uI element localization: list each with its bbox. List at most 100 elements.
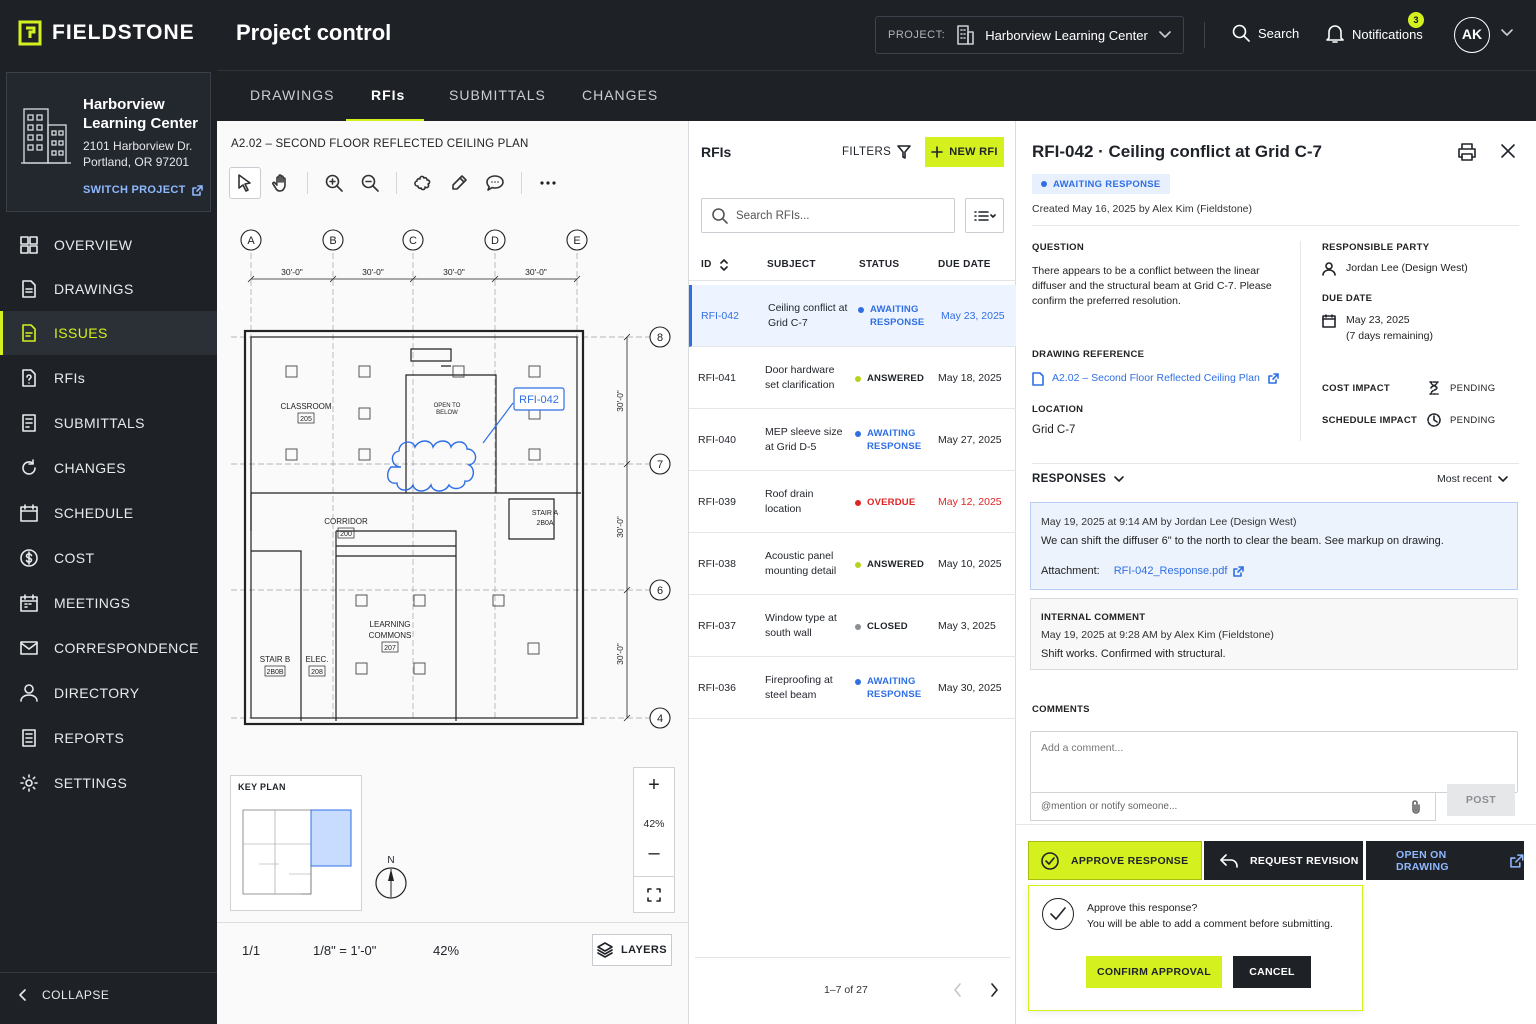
external-link-icon [191,184,203,196]
tab-changes[interactable]: CHANGES [582,87,658,103]
sidebar-item-correspondence[interactable]: CORRESPONDENCE [0,626,217,670]
mention-input[interactable]: @mention or notify someone... [1030,793,1436,821]
sidebar-item-rfis[interactable]: RFIs [0,356,217,400]
switch-project-link[interactable]: SWITCH PROJECT [83,184,203,196]
table-row[interactable]: RFI-041 Door hardware set clarification … [689,347,1016,409]
person-icon [1322,261,1336,276]
comment-input[interactable]: Add a comment... [1030,731,1518,793]
cloud-markup-icon [414,175,431,191]
confirm-subtext: You will be able to add a comment before… [1087,918,1333,930]
select-tool-button[interactable] [229,167,261,199]
internal-comment-meta: May 19, 2025 at 9:28 AM by Alex Kim (Fie… [1041,629,1274,641]
status-dot [858,307,864,313]
rfi-id: RFI-038 [698,557,736,570]
responses-label: RESPONSES [1032,473,1107,485]
zoom-in-button[interactable] [318,167,350,199]
column-header-status[interactable]: STATUS [859,259,899,270]
room-label: CLASSROOM [280,402,331,411]
more-tools-button[interactable] [532,167,564,199]
post-comment-button[interactable]: POST [1447,784,1515,816]
location-value: Grid C-7 [1032,424,1076,436]
sidebar-item-label: DRAWINGS [54,281,134,297]
sidebar-item-cost[interactable]: COST [0,536,217,580]
table-row[interactable]: RFI-040 MEP sleeve size at Grid D-5 AWAI… [689,409,1016,471]
sidebar-item-reports[interactable]: REPORTS [0,716,217,760]
status-dot [855,679,861,685]
sidebar-item-overview[interactable]: OVERVIEW [0,223,217,267]
zoom-out-button[interactable]: – [634,842,674,865]
sidebar-item-drawings[interactable]: DRAWINGS [0,267,217,311]
sidebar-item-directory[interactable]: DIRECTORY [0,671,217,715]
response-text: We can shift the diffuser 6" to the nort… [1041,535,1444,547]
table-row[interactable]: RFI-039 Roof drain location OVERDUE May … [689,471,1016,533]
sidebar-item-schedule[interactable]: SCHEDULE [0,491,217,535]
fit-screen-button[interactable] [633,876,675,913]
chevron-left-icon[interactable] [953,983,963,997]
rfi-search-input[interactable]: Search RFIs... [701,198,955,233]
cloud-markup-button[interactable] [407,167,439,199]
tab-rfis[interactable]: RFIs [371,87,405,103]
user-avatar[interactable]: AK [1454,17,1490,53]
rfi-subject: Window type at south wall [765,612,837,639]
external-link-icon [1267,373,1279,384]
filters-button[interactable]: FILTERS [842,145,912,159]
table-row[interactable]: RFI-036 Fireproofing at steel beam AWAIT… [689,657,1016,719]
request-revision-button[interactable]: REQUEST REVISION [1204,841,1363,880]
tab-drawings[interactable]: DRAWINGS [250,87,334,103]
tab-submittals[interactable]: SUBMITTALS [449,87,546,103]
sidebar-item-settings[interactable]: SETTINGS [0,761,217,805]
approve-label: APPROVE RESPONSE [1071,854,1189,867]
print-icon[interactable] [1458,143,1476,161]
drawing-viewer: A2.02 – SECOND FLOOR REFLECTED CEILING P… [217,121,689,1024]
sort-select[interactable]: Most recent [1437,473,1508,485]
column-header-due[interactable]: DUE DATE [938,259,991,270]
grid-icon [20,236,38,254]
paperclip-icon[interactable] [1411,800,1421,814]
cost-impact-value: PENDING [1450,383,1496,394]
pan-tool-button[interactable] [265,167,297,199]
key-plan[interactable]: KEY PLAN [230,775,362,911]
table-row[interactable]: RFI-042 Ceiling conflict at Grid C-7 AWA… [689,285,1016,347]
attachment-link[interactable]: RFI-042_Response.pdf [1114,564,1245,579]
divider [1032,463,1519,464]
column-header-id[interactable]: ID [701,258,728,271]
room-label: BELOW [436,410,458,416]
pager-count: 1–7 of 27 [824,984,868,996]
zoom-in-button[interactable]: + [634,774,674,797]
list-view-toggle[interactable] [965,198,1004,233]
responses-toggle[interactable]: RESPONSES [1032,473,1125,485]
layers-button[interactable]: LAYERS [592,934,672,966]
open-on-drawing-button[interactable]: OPEN ON DRAWING [1366,841,1524,880]
cancel-button[interactable]: CANCEL [1233,956,1311,988]
column-header-subject[interactable]: SUBJECT [767,259,816,270]
zoom-out-button[interactable] [354,167,386,199]
sidebar-item-submittals[interactable]: SUBMITTALS [0,401,217,445]
confirm-approval-button[interactable]: CONFIRM APPROVAL [1086,956,1222,988]
chevron-down-icon[interactable] [1501,29,1513,37]
sidebar-item-issues[interactable]: ISSUES [0,311,217,355]
pen-tool-button[interactable] [443,167,475,199]
hourglass-icon [1429,381,1439,395]
rfi-id: RFI-039 [698,495,736,508]
rfi-markup-tag[interactable]: RFI-042 [519,394,559,406]
table-row[interactable]: RFI-038 Acoustic panel mounting detail A… [689,533,1016,595]
collapse-sidebar-button[interactable]: COLLAPSE [18,988,109,1002]
search-button[interactable]: Search [1232,24,1299,42]
close-icon[interactable] [1500,143,1516,159]
notifications-button[interactable]: Notifications [1326,24,1423,44]
drawing-ref-link[interactable]: A2.02 – Second Floor Reflected Ceiling P… [1032,371,1279,386]
chevron-right-icon[interactable] [989,983,999,997]
comment-tool-button[interactable] [479,167,511,199]
approve-response-button[interactable]: APPROVE RESPONSE [1028,841,1202,880]
project-selector[interactable]: PROJECT: Harborview Learning Center [875,16,1184,54]
status-dot [855,623,861,630]
new-rfi-button[interactable]: NEW RFI [925,137,1004,167]
brand-logo[interactable]: FIELDSTONE [18,20,195,46]
pen-icon [452,175,467,190]
calendar-icon [1322,314,1336,328]
table-row[interactable]: RFI-037 Window type at south wall CLOSED… [689,595,1016,657]
sidebar-item-changes[interactable]: CHANGES [0,446,217,490]
layers-label: LAYERS [620,944,667,956]
sidebar-item-meetings[interactable]: MEETINGS [0,581,217,625]
floor-plan-drawing[interactable]: A B C D E 8 7 6 4 30'-0" 30'-0" 30'-0" 3… [231,221,681,741]
